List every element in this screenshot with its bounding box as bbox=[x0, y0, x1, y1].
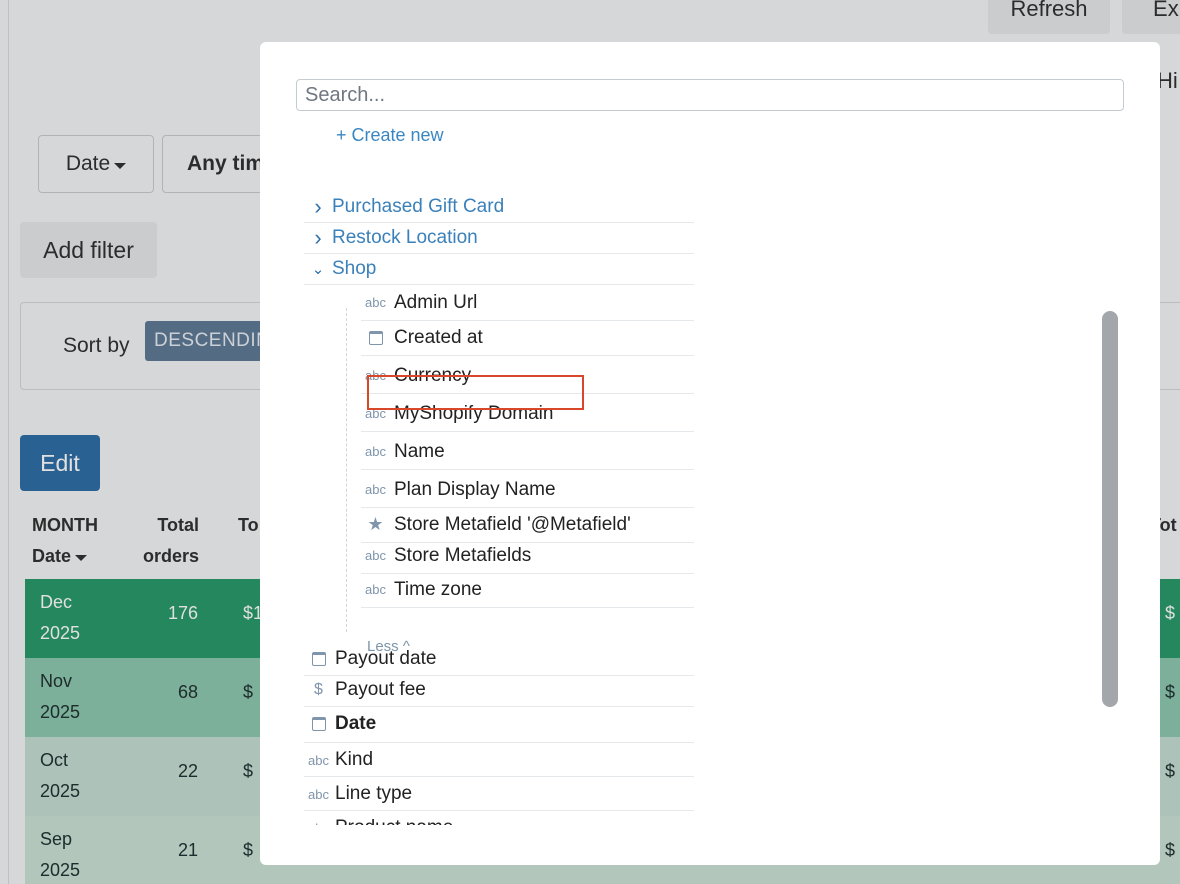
calendar-icon bbox=[361, 330, 390, 345]
field-picker-modal: + Create new ›Bundle Variant›Purchased G… bbox=[260, 42, 1160, 865]
text-type-icon: abc bbox=[304, 821, 333, 826]
search-input[interactable] bbox=[296, 79, 1124, 111]
text-type-icon: abc bbox=[308, 786, 329, 802]
field-label: Store Metafield '@Metafield' bbox=[394, 513, 631, 535]
chevron-down-icon: ⌄ bbox=[311, 261, 325, 278]
star-icon: ★ bbox=[367, 514, 384, 534]
field-label: Admin Url bbox=[394, 291, 478, 313]
field-item[interactable]: Date bbox=[304, 705, 694, 743]
group-label: Restock Location bbox=[332, 227, 478, 248]
field-item[interactable]: abc Name bbox=[361, 434, 694, 470]
field-label: Line type bbox=[335, 783, 413, 804]
dollar-icon: $ bbox=[314, 681, 323, 698]
text-type-icon: abc bbox=[365, 444, 386, 459]
field-item[interactable]: abc Line type bbox=[304, 778, 694, 811]
create-new-link[interactable]: + Create new bbox=[336, 125, 444, 146]
field-label: Kind bbox=[335, 749, 374, 770]
group-item[interactable]: ⌄ Shop bbox=[304, 254, 694, 285]
text-type-icon: abc bbox=[365, 295, 386, 310]
group-label: Shop bbox=[332, 258, 377, 279]
field-label: Time zone bbox=[394, 578, 482, 600]
text-type-icon: abc bbox=[365, 482, 386, 497]
field-item[interactable]: abc Plan Display Name bbox=[361, 472, 694, 508]
text-type-icon: abc bbox=[365, 582, 386, 597]
field-item[interactable]: abcProduct name bbox=[304, 812, 694, 825]
field-item[interactable]: abc Kind bbox=[304, 744, 694, 777]
field-tree: ›Bundle Variant›Purchased Gift Card›Rest… bbox=[304, 145, 694, 825]
highlight-box bbox=[367, 375, 584, 410]
calendar-icon bbox=[304, 716, 333, 731]
field-item[interactable]: abc Store Metafields bbox=[361, 538, 694, 574]
calendar-icon bbox=[304, 652, 333, 666]
field-label: Created at bbox=[394, 326, 483, 348]
field-label: Product name bbox=[335, 817, 453, 825]
field-item[interactable]: Created at bbox=[361, 320, 694, 356]
field-item[interactable]: Payout date bbox=[304, 643, 694, 676]
show-less-link[interactable]: Less ^ bbox=[367, 638, 410, 655]
scrollbar-thumb[interactable] bbox=[1102, 311, 1118, 707]
text-type-icon: abc bbox=[308, 752, 329, 768]
group-item[interactable]: › Purchased Gift Card bbox=[304, 192, 694, 223]
field-label: Name bbox=[394, 440, 445, 462]
field-label: Plan Display Name bbox=[394, 478, 556, 500]
field-label: Date bbox=[335, 712, 377, 734]
field-label: Payout fee bbox=[335, 679, 426, 700]
field-item[interactable]: $ Payout fee bbox=[304, 674, 694, 707]
tree-guide-line bbox=[346, 308, 347, 632]
field-item[interactable]: abc Admin Url bbox=[361, 285, 694, 321]
text-type-icon: abc bbox=[365, 548, 386, 563]
chevron-right-icon: › bbox=[314, 225, 322, 250]
group-item[interactable]: › Restock Location bbox=[304, 223, 694, 254]
group-label: Purchased Gift Card bbox=[332, 196, 505, 217]
chevron-right-icon: › bbox=[314, 194, 322, 219]
field-item[interactable]: abc Time zone bbox=[361, 572, 694, 608]
field-label: Store Metafields bbox=[394, 544, 532, 566]
